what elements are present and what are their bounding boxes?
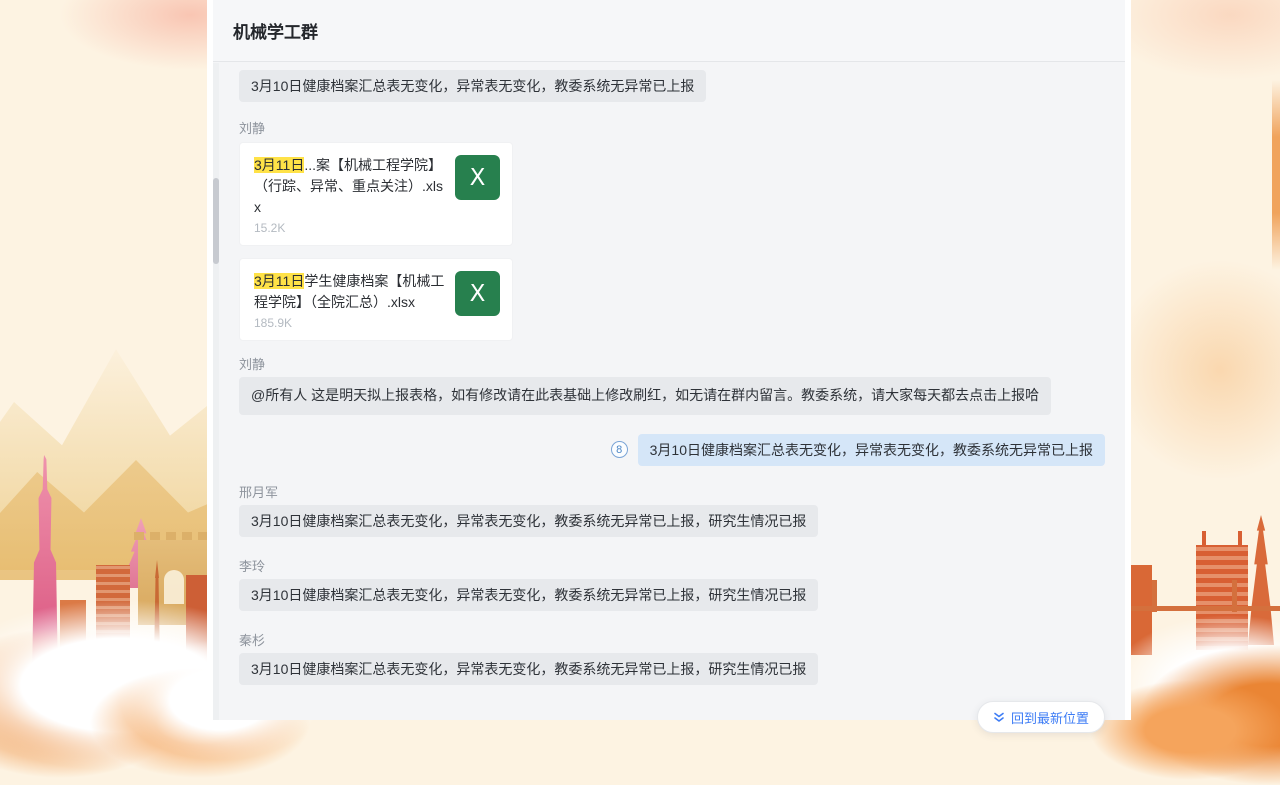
double-chevron-down-icon: [993, 711, 1005, 724]
file-size: 15.2K: [254, 221, 445, 235]
read-count-badge[interactable]: 8: [611, 441, 628, 458]
file-name: 3月11日学生健康档案【机械工程学院】（全院汇总）.xlsx: [254, 271, 445, 313]
orange-edge-stripe: [1272, 80, 1280, 270]
file-name: 3月11日...案【机械工程学院】（行踪、异常、重点关注）.xlsx: [254, 155, 445, 218]
excel-file-icon: X: [455, 271, 500, 316]
excel-file-icon: X: [455, 155, 500, 200]
message-bubble: 3月10日健康档案汇总表无变化，异常表无变化，教委系统无异常已上报，研究生情况已…: [239, 653, 818, 685]
orange-cloud: [1110, 260, 1280, 480]
message-bubble: 3月10日健康档案汇总表无变化，异常表无变化，教委系统无异常已上报: [239, 70, 706, 102]
file-info: 3月11日学生健康档案【机械工程学院】（全院汇总）.xlsx 185.9K: [254, 271, 445, 330]
sender-name: 李玲: [239, 557, 1105, 576]
left-scrollbar-track[interactable]: [213, 63, 219, 720]
chat-panel: 机械学工群 3月10日健康档案汇总表无变化，异常表无变化，教委系统无异常已上报 …: [207, 0, 1131, 720]
message-bubble: 3月10日健康档案汇总表无变化，异常表无变化，教委系统无异常已上报，研究生情况已…: [239, 579, 818, 611]
file-info: 3月11日...案【机械工程学院】（行踪、异常、重点关注）.xlsx 15.2K: [254, 155, 445, 235]
sender-name: 邢月军: [239, 483, 1105, 502]
message-list: 3月10日健康档案汇总表无变化，异常表无变化，教委系统无异常已上报 刘静 3月1…: [213, 70, 1125, 685]
sender-name: 刘静: [239, 355, 1105, 374]
bridge-tower-art: [1232, 580, 1237, 612]
own-message-row: 8 3月10日健康档案汇总表无变化，异常表无变化，教委系统无异常已上报: [239, 434, 1105, 466]
message-bubble: @所有人 这是明天拟上报表格，如有修改请在此表基础上修改刷红，如无请在群内留言。…: [239, 377, 1051, 415]
back-to-latest-button[interactable]: 回到最新位置: [977, 701, 1105, 733]
group-title: 机械学工群: [233, 18, 318, 43]
highlighted-date: 3月11日: [254, 273, 304, 289]
file-attachment-card[interactable]: 3月11日...案【机械工程学院】（行踪、异常、重点关注）.xlsx 15.2K…: [239, 142, 513, 246]
highlighted-date: 3月11日: [254, 157, 304, 173]
message-bubble: 3月10日健康档案汇总表无变化，异常表无变化，教委系统无异常已上报，研究生情况已…: [239, 505, 818, 537]
back-to-latest-label: 回到最新位置: [1011, 708, 1089, 727]
file-size: 185.9K: [254, 316, 445, 330]
sender-name: 秦杉: [239, 631, 1105, 650]
sender-name: 刘静: [239, 119, 1105, 138]
own-message-bubble: 3月10日健康档案汇总表无变化，异常表无变化，教委系统无异常已上报: [638, 434, 1105, 466]
chat-header: 机械学工群: [213, 0, 1125, 62]
scrollbar-thumb[interactable]: [213, 178, 219, 264]
file-attachment-card[interactable]: 3月11日学生健康档案【机械工程学院】（全院汇总）.xlsx 185.9K X: [239, 258, 513, 341]
bridge-tower-art: [1152, 580, 1157, 612]
